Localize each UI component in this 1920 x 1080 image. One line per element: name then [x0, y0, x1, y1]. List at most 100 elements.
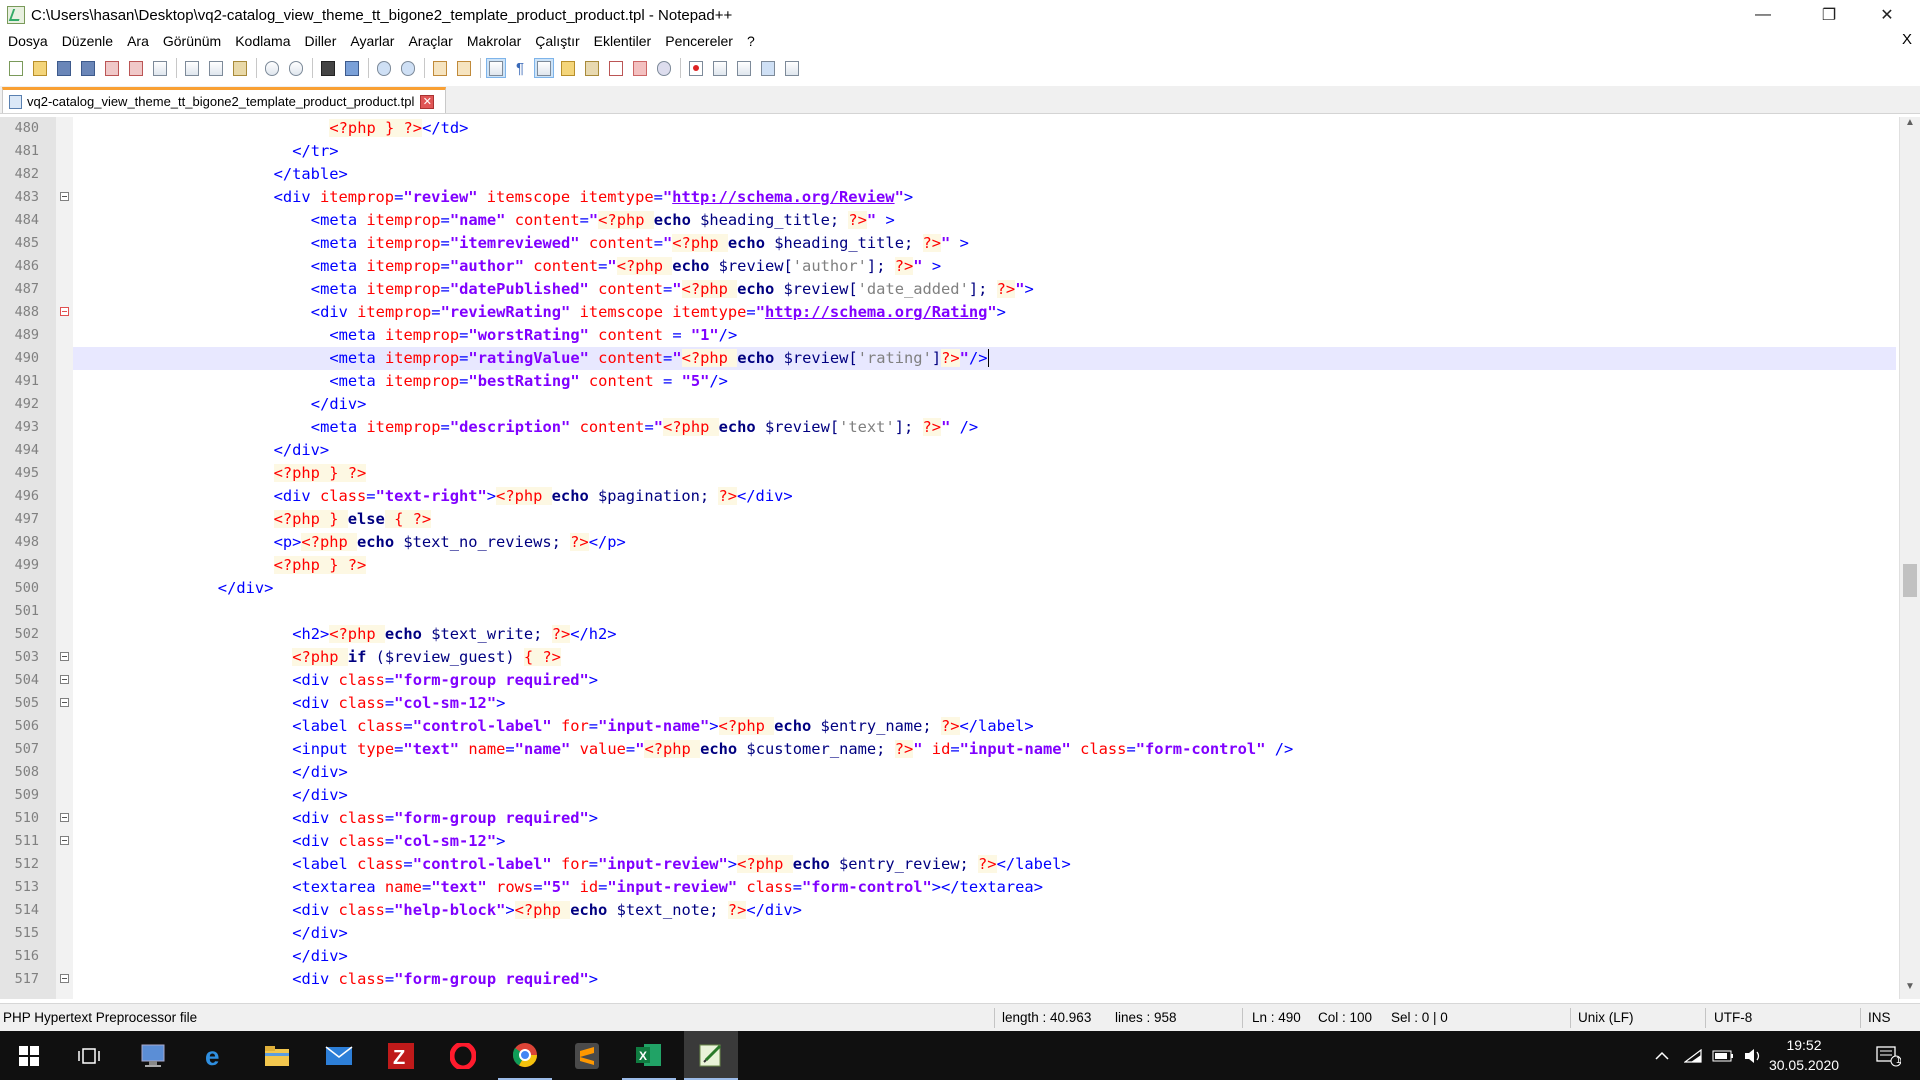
menu-makrolar[interactable]: Makrolar	[459, 33, 527, 49]
tab-close-icon[interactable]: ✕	[420, 94, 435, 109]
maximize-button[interactable]: ❐	[1806, 0, 1852, 30]
redo-icon[interactable]	[286, 58, 306, 78]
menu-diller[interactable]: Diller	[296, 33, 342, 49]
find-icon[interactable]	[318, 58, 338, 78]
minimize-button[interactable]: —	[1740, 0, 1786, 30]
start-icon[interactable]	[2, 1031, 56, 1080]
close-button[interactable]: ✕	[1864, 0, 1910, 30]
code-line[interactable]: 515 </div>	[15, 922, 1896, 945]
menu-calistir[interactable]: Çalıştır	[527, 33, 585, 49]
fold-toggle-icon[interactable]	[60, 836, 69, 845]
sync-horizontal-icon[interactable]	[454, 58, 474, 78]
doc-map-icon[interactable]	[582, 58, 602, 78]
notification-center-icon[interactable]: 1	[1868, 1031, 1908, 1080]
code-line[interactable]: 508 </div>	[15, 761, 1896, 784]
code-line[interactable]: 484 <meta itemprop="name" content="<?php …	[15, 209, 1896, 232]
code-line[interactable]: 480 <?php } ?></td>	[15, 117, 1896, 140]
code-line[interactable]: 504 <div class="form-group required">	[15, 669, 1896, 692]
opera-icon[interactable]	[436, 1031, 490, 1080]
chrome-icon[interactable]	[498, 1031, 552, 1080]
code-line[interactable]: 495 <?php } ?>	[15, 462, 1896, 485]
scroll-thumb[interactable]	[1903, 564, 1917, 597]
current-code-line[interactable]: 490 <meta itemprop="ratingValue" content=…	[15, 347, 1896, 370]
print-icon[interactable]	[150, 58, 170, 78]
code-line[interactable]: 487 <meta itemprop="datePublished" conten…	[15, 278, 1896, 301]
code-line[interactable]: 514 <div class="help-block"><?php echo $t…	[15, 899, 1896, 922]
menu-eklentiler[interactable]: Eklentiler	[586, 33, 658, 49]
code-line[interactable]: 513 <textarea name="text" rows="5" id="in…	[15, 876, 1896, 899]
network-pc-icon[interactable]	[126, 1031, 180, 1080]
menu-kodlama[interactable]: Kodlama	[227, 33, 296, 49]
vertical-scrollbar[interactable]: ▲ ▼	[1899, 117, 1920, 999]
replace-icon[interactable]	[342, 58, 362, 78]
menu-duzenle[interactable]: Düzenle	[54, 33, 119, 49]
code-line[interactable]: 505 <div class="col-sm-12">	[15, 692, 1896, 715]
fold-margin[interactable]	[56, 117, 73, 999]
code-line[interactable]: 481 </tr>	[15, 140, 1896, 163]
code-line[interactable]: 489 <meta itemprop="worstRating" content …	[15, 324, 1896, 347]
excel-icon[interactable]: X	[622, 1031, 676, 1080]
code-line[interactable]: 517 <div class="form-group required">	[15, 968, 1896, 991]
close-all-icon[interactable]	[126, 58, 146, 78]
code-line[interactable]: 511 <div class="col-sm-12">	[15, 830, 1896, 853]
fold-toggle-icon[interactable]	[60, 698, 69, 707]
menu-help[interactable]: ?	[739, 33, 761, 49]
task-view-icon[interactable]	[62, 1031, 116, 1080]
code-line[interactable]: 501	[15, 600, 1896, 623]
monitoring-icon[interactable]	[654, 58, 674, 78]
sublime-icon[interactable]	[560, 1031, 614, 1080]
code-line[interactable]: 500 </div>	[15, 577, 1896, 600]
fold-toggle-icon[interactable]	[60, 675, 69, 684]
fold-toggle-icon[interactable]	[60, 813, 69, 822]
editor[interactable]: 480 <?php } ?></td> 481 </tr> 482 </table> 483…	[0, 117, 1920, 999]
menu-pencereler[interactable]: Pencereler	[657, 33, 739, 49]
code-line[interactable]: 509 </div>	[15, 784, 1896, 807]
stop-macro-icon[interactable]	[710, 58, 730, 78]
chevron-up-icon[interactable]	[1650, 1031, 1674, 1080]
clock[interactable]: 19:52 30.05.2020	[1754, 1035, 1854, 1075]
code-line[interactable]: 498 <p><?php echo $text_no_reviews; ?></p…	[15, 531, 1896, 554]
save-icon[interactable]	[54, 58, 74, 78]
code-line[interactable]: 503 <?php if ($review_guest) { ?>	[15, 646, 1896, 669]
word-wrap-icon[interactable]	[486, 58, 506, 78]
fold-toggle-icon[interactable]	[60, 974, 69, 983]
play-macro-icon[interactable]	[734, 58, 754, 78]
code-line[interactable]: 506 <label class="control-label" for="inp…	[15, 715, 1896, 738]
scroll-up-arrow-icon[interactable]: ▲	[1900, 117, 1920, 135]
zoom-in-icon[interactable]	[374, 58, 394, 78]
function-list-icon[interactable]	[606, 58, 626, 78]
code-line[interactable]: 483 <div itemprop="review" itemscope item…	[15, 186, 1896, 209]
code-line[interactable]: 507 <input type="text" name="name" value=…	[15, 738, 1896, 761]
code-line[interactable]: 494 </div>	[15, 439, 1896, 462]
menu-araclar[interactable]: Araçlar	[400, 33, 458, 49]
notepadpp-icon[interactable]	[684, 1031, 738, 1080]
close-document-button[interactable]: X	[1902, 31, 1912, 48]
fold-toggle-icon[interactable]	[60, 307, 69, 316]
menu-gorunum[interactable]: Görünüm	[155, 33, 227, 49]
code-line[interactable]: 482 </table>	[15, 163, 1896, 186]
tab-current-file[interactable]: vq2-catalog_view_theme_tt_bigone2_templa…	[2, 87, 446, 113]
menu-ayarlar[interactable]: Ayarlar	[342, 33, 400, 49]
indent-guide-icon[interactable]	[534, 58, 554, 78]
code-line[interactable]: 493 <meta itemprop="description" content=…	[15, 416, 1896, 439]
battery-icon[interactable]	[1710, 1031, 1736, 1080]
code-line[interactable]: 499 <?php } ?>	[15, 554, 1896, 577]
code-line[interactable]: 496 <div class="text-right"><?php echo $p…	[15, 485, 1896, 508]
code-line[interactable]: 486 <meta itemprop="author" content="<?ph…	[15, 255, 1896, 278]
code-line[interactable]: 485 <meta itemprop="itemreviewed" content…	[15, 232, 1896, 255]
open-file-icon[interactable]	[30, 58, 50, 78]
code-line[interactable]: 510 <div class="form-group required">	[15, 807, 1896, 830]
code-line[interactable]: 497 <?php } else { ?>	[15, 508, 1896, 531]
menu-dosya[interactable]: Dosya	[0, 33, 54, 49]
menu-ara[interactable]: Ara	[119, 33, 155, 49]
record-macro-icon[interactable]	[686, 58, 706, 78]
fold-toggle-icon[interactable]	[60, 192, 69, 201]
undo-icon[interactable]	[262, 58, 282, 78]
zoom-out-icon[interactable]	[398, 58, 418, 78]
code-line[interactable]: 512 <label class="control-label" for="inp…	[15, 853, 1896, 876]
edge-icon[interactable]: e	[188, 1031, 242, 1080]
run-macro-multiple-icon[interactable]	[758, 58, 778, 78]
scroll-down-arrow-icon[interactable]: ▼	[1900, 981, 1920, 999]
sync-vertical-icon[interactable]	[430, 58, 450, 78]
show-all-chars-icon[interactable]: ¶	[510, 58, 530, 78]
